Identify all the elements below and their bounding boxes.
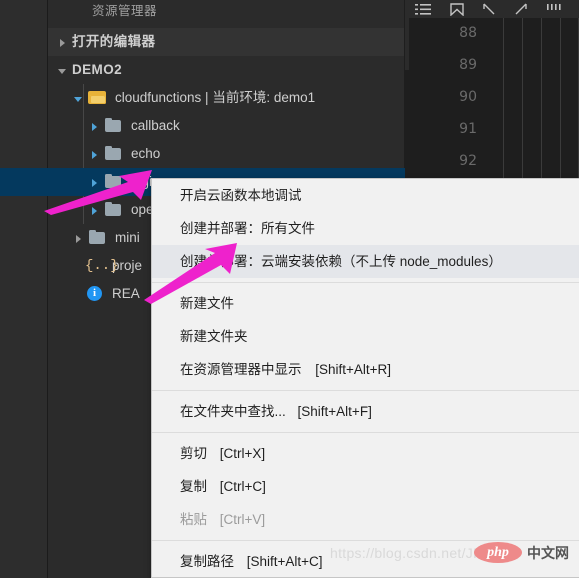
menu-item-label: 剪切 [180,446,207,461]
chevron-right-icon[interactable] [88,204,101,217]
indent-guide [522,18,523,178]
tree-item-echo[interactable]: echo [48,140,404,168]
tree-item-label: logi [131,174,153,189]
chevron-right-icon[interactable] [56,36,69,49]
menu-item-copy[interactable]: 复制 [Ctrl+C] [152,470,579,503]
chevron-right-icon[interactable] [88,148,101,161]
tree-item-label: mini [115,230,140,245]
bookmark-icon[interactable] [450,2,464,16]
menu-item-deploy-cloud-install-deps[interactable]: 创建并部署：云端安装依赖（不上传 node_modules） [152,245,579,278]
menu-item-label: 创建并部署：云端安装依赖（不上传 node_modules） [180,254,502,269]
menu-item-reveal-in-explorer[interactable]: 在资源管理器中显示 [Shift+Alt+R] [152,353,579,386]
menu-item-accelerator: [Ctrl+C] [219,479,266,494]
tree-item-label: cloudfunctions | 当前环境: demo1 [115,90,316,105]
indent-guide [503,18,504,178]
menu-separator [152,282,579,283]
menu-item-accelerator: [Shift+Alt+R] [315,362,392,377]
editor-toolbar[interactable] [405,0,579,18]
menu-separator [152,432,579,433]
chevron-right-icon[interactable] [88,120,101,133]
menu-item-label: 新建文件夹 [180,329,248,344]
chevron-right-icon[interactable] [88,176,101,189]
chevron-down-icon[interactable] [72,92,85,105]
indent-guide [560,18,561,178]
menu-item-accelerator: [Ctrl+X] [219,446,266,461]
activity-bar[interactable] [0,0,48,578]
line-number: 92 [459,153,477,169]
menu-item-label: 新建文件 [180,296,234,311]
line-number: 89 [459,57,477,73]
folder-icon [104,174,124,190]
more-icon[interactable] [547,3,563,15]
folder-open-yellow-icon [88,90,108,106]
line-number: 91 [459,121,477,137]
sidebar-section-label: 打开的编辑器 [72,34,156,49]
sidebar-section-label: DEMO2 [72,62,123,77]
menu-item-label: 复制 [180,479,207,494]
menu-item-paste: 粘贴 [Ctrl+V] [152,503,579,536]
menu-item-find-in-folder[interactable]: 在文件夹中查找... [Shift+Alt+F] [152,395,579,428]
menu-item-label: 创建并部署：所有文件 [180,221,315,236]
php-logo-suffix: 中文网 [527,544,569,561]
menu-item-deploy-all-files[interactable]: 创建并部署：所有文件 [152,212,579,245]
arrow-back-icon[interactable] [483,3,496,16]
menu-item-label: 复制路径 [180,554,234,569]
folder-icon [104,202,124,218]
folder-icon [104,146,124,162]
page-title: 资源管理器 [48,0,404,22]
chevron-down-icon[interactable] [56,64,69,77]
folder-icon [104,118,124,134]
list-icon[interactable] [415,3,431,15]
menu-item-accelerator: [Shift+Alt+C] [246,554,323,569]
menu-item-debug-cloud-function[interactable]: 开启云函数本地调试 [152,179,579,212]
menu-item-label: 在文件夹中查找... [180,404,286,419]
folder-icon [88,230,108,246]
json-icon: {..} [85,258,119,274]
menu-item-label: 在资源管理器中显示 [180,362,302,377]
menu-item-new-file[interactable]: 新建文件 [152,287,579,320]
tree-item-callback[interactable]: callback [48,112,404,140]
menu-item-accelerator: [Shift+Alt+F] [297,404,372,419]
tree-item-label: echo [131,146,161,161]
menu-separator [152,540,579,541]
menu-item-cut[interactable]: 剪切 [Ctrl+X] [152,437,579,470]
menu-item-new-folder[interactable]: 新建文件夹 [152,320,579,353]
menu-separator [152,390,579,391]
arrow-forward-icon[interactable] [515,3,528,16]
indent-guide [541,18,542,178]
line-number: 88 [459,25,477,41]
chevron-right-icon[interactable] [72,232,85,245]
info-icon [85,286,105,302]
sidebar-section-open-editors[interactable]: 打开的编辑器 [48,28,404,56]
minimap-marker [405,18,409,70]
watermark-logo: php 中文网 [474,542,569,563]
menu-item-label: 开启云函数本地调试 [180,188,302,203]
menu-item-accelerator: [Ctrl+V] [219,512,266,527]
php-logo-badge: php [474,542,522,563]
menu-item-label: 粘贴 [180,512,207,527]
tree-item-label: REA [112,286,140,301]
tree-item-cloudfunctions[interactable]: cloudfunctions | 当前环境: demo1 [48,84,404,112]
line-number: 90 [459,89,477,105]
tree-item-label: callback [131,118,180,133]
sidebar-section-demo2[interactable]: DEMO2 [48,56,404,84]
context-menu[interactable]: 开启云函数本地调试 创建并部署：所有文件 创建并部署：云端安装依赖（不上传 no… [151,178,579,578]
